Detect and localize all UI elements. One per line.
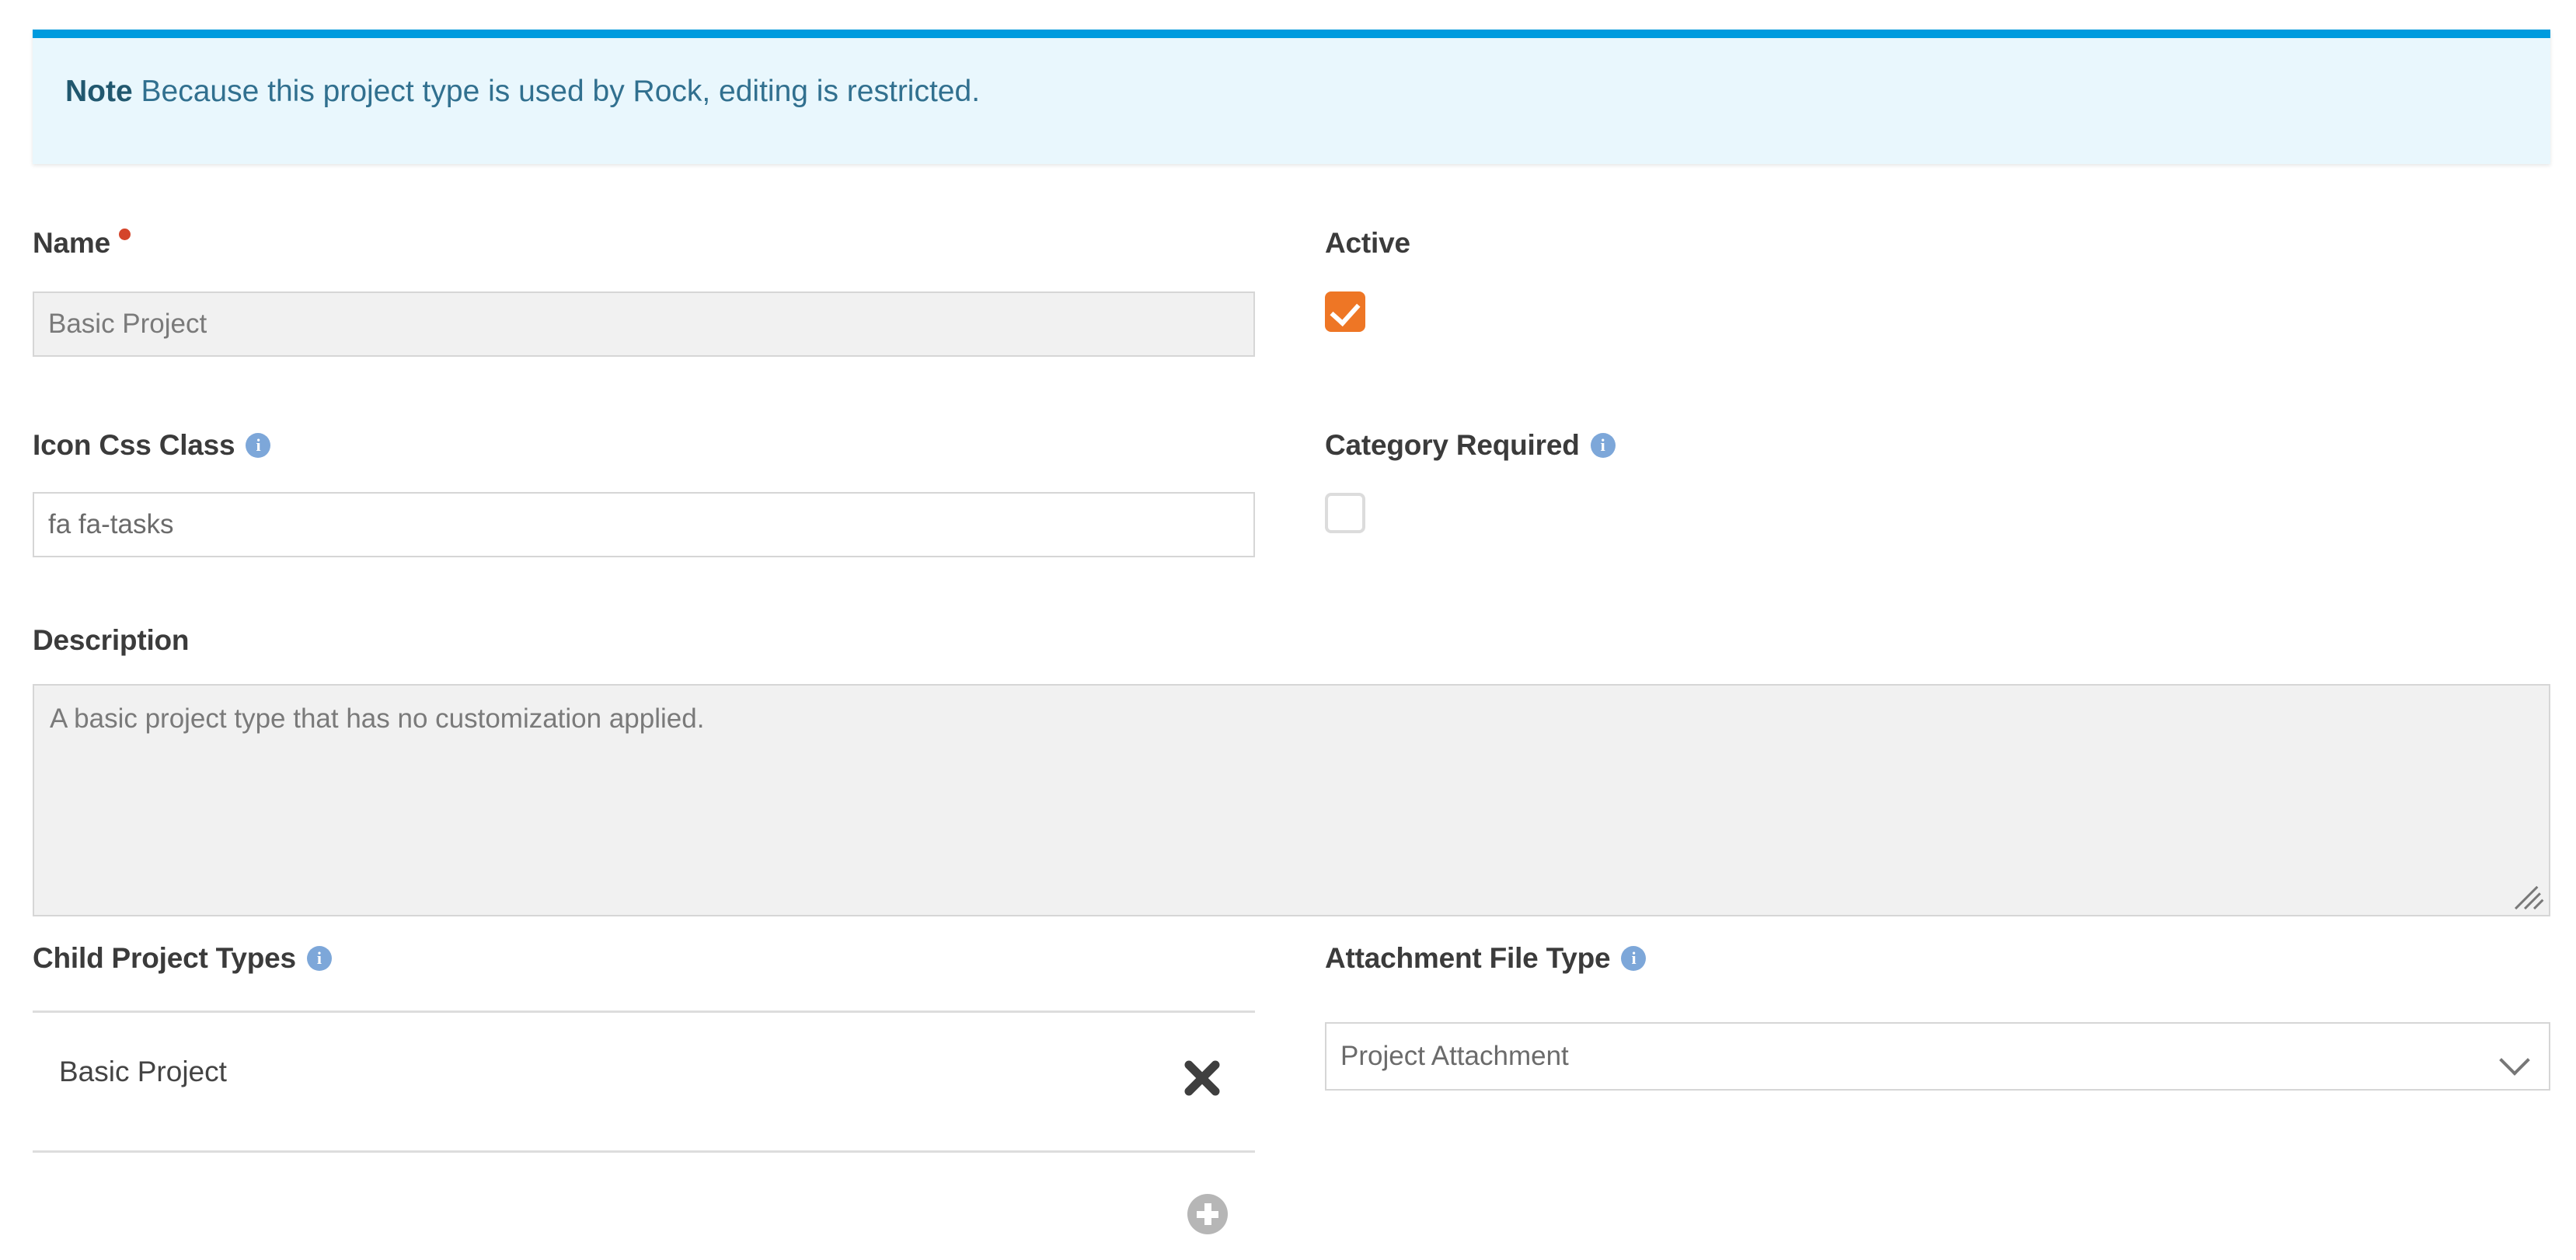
category-required-label: Category Required i xyxy=(1325,429,1616,462)
child-project-types-label-text: Child Project Types xyxy=(33,942,296,974)
info-icon[interactable]: i xyxy=(1621,946,1647,971)
attachment-file-type-label-text: Attachment File Type xyxy=(1325,942,1611,974)
required-indicator-icon xyxy=(118,228,131,240)
note-banner-text: Note Because this project type is used b… xyxy=(65,74,980,110)
note-banner: Note Because this project type is used b… xyxy=(33,30,2550,164)
info-icon[interactable]: i xyxy=(306,946,332,971)
description-label-text: Description xyxy=(33,624,190,656)
plus-icon xyxy=(1204,1203,1211,1225)
icon-css-class-label-text: Icon Css Class xyxy=(33,429,235,461)
icon-css-class-label: Icon Css Class i xyxy=(33,429,271,462)
attachment-file-type-value: Project Attachment xyxy=(1340,1041,1569,1071)
name-label-text: Name xyxy=(33,227,110,259)
info-icon[interactable]: i xyxy=(246,433,271,458)
icon-css-class-input[interactable] xyxy=(33,492,1255,557)
active-checkbox[interactable] xyxy=(1325,291,1365,332)
category-required-checkbox[interactable] xyxy=(1325,493,1365,533)
description-label: Description xyxy=(33,624,190,657)
description-textarea[interactable]: A basic project type that has no customi… xyxy=(33,684,2550,916)
attachment-file-type-label: Attachment File Type i xyxy=(1325,942,1647,975)
chevron-down-icon xyxy=(2499,1045,2530,1076)
info-icon[interactable]: i xyxy=(1590,433,1616,458)
close-icon[interactable] xyxy=(1175,1051,1229,1105)
check-icon xyxy=(1330,295,1361,326)
divider xyxy=(33,1150,1255,1153)
list-item: Basic Project xyxy=(33,1010,1255,1150)
note-banner-message: Because this project type is used by Roc… xyxy=(141,75,981,108)
category-required-label-text: Category Required xyxy=(1325,429,1580,461)
child-project-types-label: Child Project Types i xyxy=(33,942,332,975)
active-label-text: Active xyxy=(1325,227,1410,259)
add-child-project-type-button[interactable] xyxy=(1187,1194,1228,1234)
active-label: Active xyxy=(1325,227,1410,260)
name-input[interactable] xyxy=(33,291,1255,357)
list-item-label: Basic Project xyxy=(59,1056,227,1087)
note-banner-strong: Note xyxy=(65,75,133,108)
name-label: Name xyxy=(33,227,131,260)
attachment-file-type-select[interactable]: Project Attachment xyxy=(1325,1022,2550,1091)
